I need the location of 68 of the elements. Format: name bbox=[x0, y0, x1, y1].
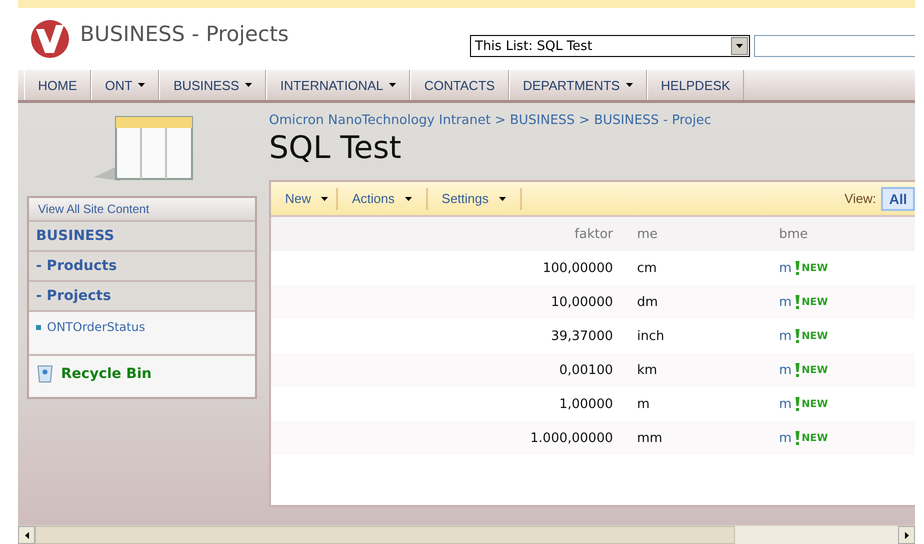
nav-tab[interactable]: ONT bbox=[91, 70, 160, 100]
scrollbar-thumb[interactable] bbox=[35, 526, 735, 544]
new-label: NEW bbox=[794, 397, 828, 411]
search-field[interactable] bbox=[754, 35, 915, 57]
nav-tab[interactable]: CONTACTS bbox=[410, 70, 509, 100]
table-cell-text: dm bbox=[636, 294, 659, 310]
caret-icon bbox=[736, 44, 743, 48]
column-header[interactable]: bme bbox=[779, 226, 808, 242]
right-arrow-icon bbox=[904, 532, 908, 538]
recycle-bin-link[interactable]: Recycle Bin bbox=[29, 356, 255, 397]
item-link[interactable]: m bbox=[779, 294, 792, 310]
nav-tab[interactable]: BUSINESS bbox=[159, 70, 266, 100]
table-cell-text: 100,00000 bbox=[542, 260, 614, 276]
toolbar-menu[interactable]: Actions bbox=[338, 188, 428, 210]
bin-icon bbox=[37, 365, 53, 383]
column-header[interactable]: me bbox=[629, 226, 679, 242]
toolbar-menu[interactable]: New bbox=[271, 188, 338, 210]
table-cell-text: m bbox=[636, 396, 651, 412]
new-label: NEW bbox=[794, 363, 828, 377]
bullet-icon bbox=[36, 324, 41, 330]
new-label: NEW bbox=[794, 431, 828, 445]
sidebar-heading[interactable]: - Projects bbox=[29, 282, 255, 312]
nav-tab[interactable]: HELPDESK bbox=[646, 70, 744, 100]
sidebar-item[interactable]: ONTOrderStatus bbox=[29, 312, 255, 356]
new-label: NEW bbox=[794, 295, 828, 309]
nav-tab[interactable]: HOME bbox=[24, 70, 91, 100]
item-link[interactable]: m bbox=[779, 260, 792, 276]
caret-icon bbox=[404, 196, 412, 200]
item-link[interactable]: m bbox=[779, 396, 792, 412]
view-all-link[interactable]: View All Site Content bbox=[29, 198, 255, 222]
sidebar-heading[interactable]: BUSINESS bbox=[29, 222, 255, 252]
item-link[interactable]: m bbox=[779, 362, 792, 378]
left-arrow-icon bbox=[24, 532, 28, 538]
table-cell-text: 10,00000 bbox=[550, 294, 614, 310]
exclamation-icon bbox=[794, 431, 800, 445]
column-header[interactable]: faktor bbox=[271, 226, 629, 242]
exclamation-icon bbox=[794, 329, 800, 343]
exclamation-icon bbox=[794, 397, 800, 411]
table-cell-text: 39,37000 bbox=[550, 328, 614, 344]
new-label: NEW bbox=[794, 261, 828, 275]
scroll-left-button[interactable] bbox=[18, 526, 35, 544]
search-scope-dropdown[interactable]: This List: SQL Test bbox=[470, 35, 750, 57]
table-cell-text: inch bbox=[636, 328, 666, 344]
breadcrumb: Omicron NanoTechnology Intranet > BUSINESS > BUSINESS - Projec bbox=[269, 113, 712, 128]
item-link[interactable]: m bbox=[779, 328, 792, 344]
toolbar-menu[interactable]: Settings bbox=[428, 188, 522, 210]
view-selector[interactable]: All bbox=[881, 186, 915, 210]
table-cell-text: km bbox=[636, 362, 658, 378]
caret-icon bbox=[321, 196, 328, 200]
logo-icon bbox=[28, 19, 72, 59]
item-link[interactable]: m bbox=[779, 430, 792, 446]
exclamation-icon bbox=[794, 295, 800, 309]
table-cell-text: cm bbox=[636, 260, 658, 276]
view-label: View: bbox=[844, 191, 876, 206]
table-cell-text: 1.000,00000 bbox=[529, 430, 614, 446]
sidebar-heading[interactable]: - Products bbox=[29, 252, 255, 282]
nav-tab[interactable]: DEPARTMENTS bbox=[508, 70, 647, 100]
exclamation-icon bbox=[794, 363, 800, 377]
caret-icon bbox=[498, 196, 506, 200]
new-label: NEW bbox=[794, 329, 828, 343]
table-cell-text: mm bbox=[636, 430, 664, 446]
nav-tab[interactable]: INTERNATIONAL bbox=[266, 70, 410, 100]
exclamation-icon bbox=[794, 261, 800, 275]
page-title: SQL Test bbox=[269, 130, 402, 166]
scroll-right-button[interactable] bbox=[898, 526, 915, 544]
table-cell-text: 0,00100 bbox=[558, 362, 614, 378]
site-title[interactable]: BUSINESS - Projects bbox=[80, 22, 470, 46]
table-cell-text: 1,00000 bbox=[558, 396, 614, 412]
